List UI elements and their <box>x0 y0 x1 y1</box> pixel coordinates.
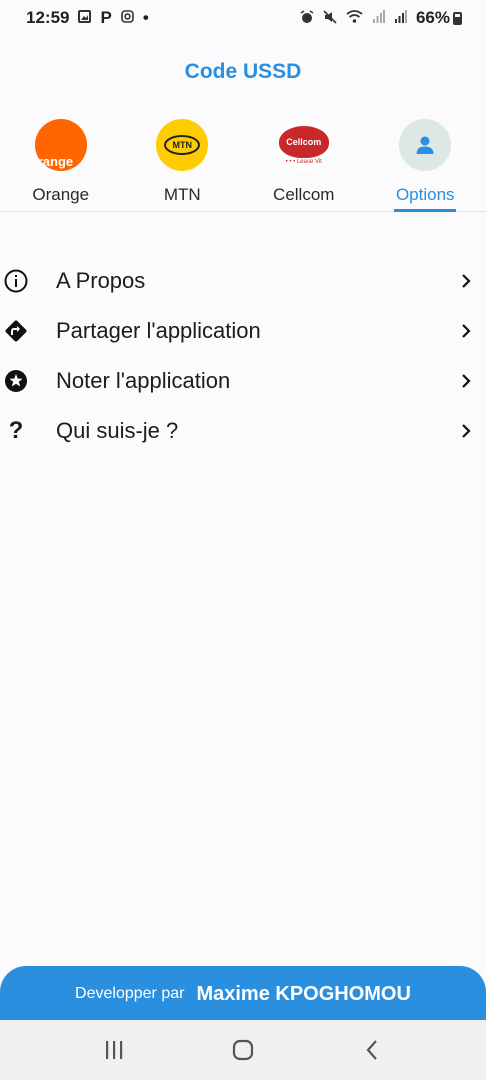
orange-logo: range <box>34 119 87 171</box>
mtn-logo-text: MTN <box>164 135 201 155</box>
menu-item-noter[interactable]: Noter l'application <box>0 356 486 406</box>
recent-apps-button[interactable] <box>94 1030 134 1070</box>
tab-options[interactable]: Options <box>365 116 486 212</box>
signal-icon <box>394 10 407 26</box>
orange-logo-text: range <box>37 154 74 169</box>
menu-item-a-propos[interactable]: A Propos <box>0 256 486 306</box>
menu-item-partager[interactable]: Partager l'application <box>0 306 486 356</box>
cellcom-logo: Cellcom • • • Lease Vit <box>277 119 330 171</box>
signal-icon <box>372 10 385 26</box>
person-icon <box>399 119 452 171</box>
chevron-right-icon <box>456 319 476 343</box>
developer-footer: Developper par Maxime KPOGHOMOU <box>0 966 486 1022</box>
instagram-icon <box>121 10 134 26</box>
share-direction-icon <box>4 319 28 343</box>
tab-cellcom[interactable]: Cellcom • • • Lease Vit Cellcom <box>243 116 365 211</box>
battery-icon <box>453 11 462 25</box>
tab-label: Orange <box>32 185 90 204</box>
back-button[interactable] <box>352 1030 392 1070</box>
operator-tabs: range Orange MTN MTN Cellcom • • • Lease… <box>0 116 486 212</box>
page-title: Code USSD <box>184 60 302 83</box>
chevron-right-icon <box>456 419 476 443</box>
menu-item-qui-suis-je[interactable]: ? Qui suis-je ? <box>0 406 486 456</box>
chevron-right-icon <box>456 269 476 293</box>
dot-icon: • <box>142 8 149 27</box>
tab-mtn[interactable]: MTN MTN <box>122 116 244 211</box>
battery-level: 66% <box>415 8 450 27</box>
chevron-right-icon <box>456 369 476 393</box>
cellcom-logo-sub: • • • Lease Vit <box>285 158 322 165</box>
menu-item-label: Partager l'application <box>56 318 261 343</box>
mtn-logo: MTN <box>156 119 209 171</box>
mute-icon <box>323 9 337 27</box>
cellcom-logo-text: Cellcom <box>278 125 329 158</box>
tab-label: Cellcom <box>273 185 335 204</box>
gallery-icon <box>78 10 92 26</box>
developer-name: Maxime KPOGHOMOU <box>196 982 411 1005</box>
home-button[interactable] <box>223 1030 263 1070</box>
wifi-icon <box>346 10 363 26</box>
active-tab-indicator <box>394 209 457 212</box>
star-circle-icon <box>4 369 28 393</box>
info-icon <box>4 269 28 293</box>
status-bar: 12:59 P • 66% <box>0 0 486 36</box>
tab-label: MTN <box>163 185 201 204</box>
options-menu: A Propos Partager l'application Noter l'… <box>0 256 486 456</box>
menu-item-label: A Propos <box>56 268 146 293</box>
tab-label: Options <box>395 185 455 204</box>
menu-item-label: Noter l'application <box>56 368 231 393</box>
system-nav-bar <box>0 1020 486 1080</box>
tab-orange[interactable]: range Orange <box>0 116 122 211</box>
clock: 12:59 <box>26 8 70 27</box>
footer-prefix: Developper par <box>75 985 185 1002</box>
question-mark-icon: ? <box>8 417 24 444</box>
p-icon: P <box>100 8 112 27</box>
alarm-icon <box>300 9 314 27</box>
menu-item-label: Qui suis-je ? <box>56 418 179 443</box>
